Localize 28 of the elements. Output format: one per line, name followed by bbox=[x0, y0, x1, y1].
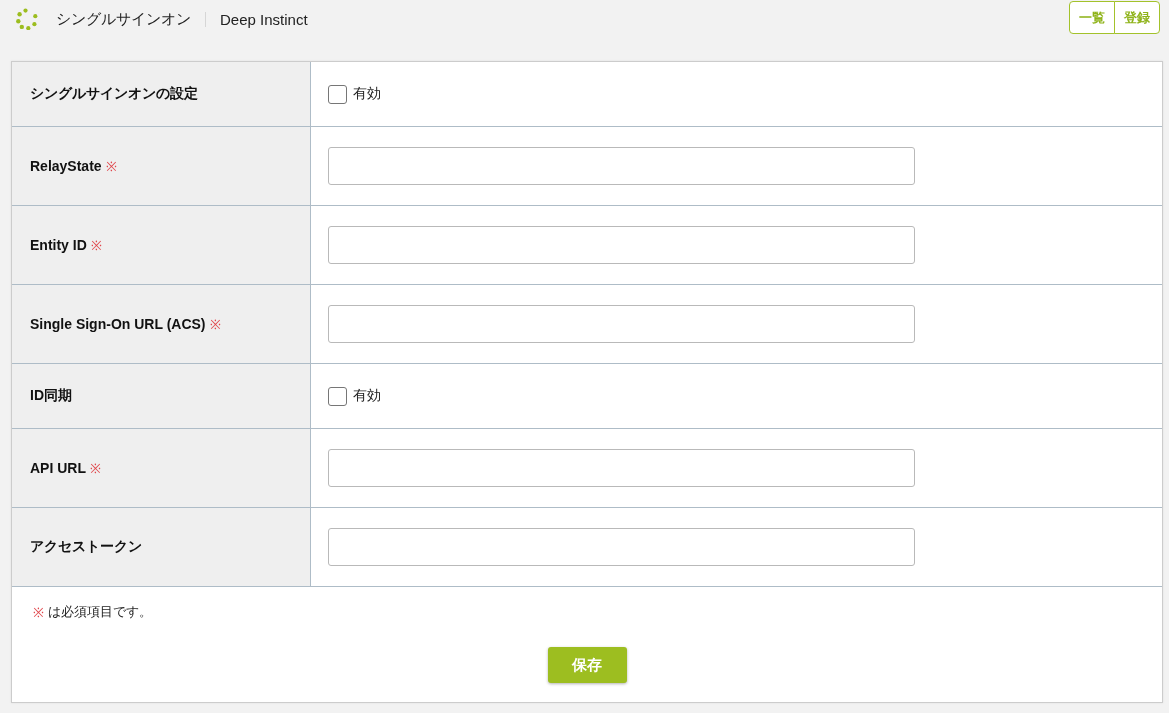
field-label: Entity ID bbox=[30, 237, 87, 253]
field-label: アクセストークン bbox=[30, 538, 142, 556]
required-mark: ※ bbox=[33, 604, 44, 621]
text-field[interactable] bbox=[328, 226, 915, 264]
required-note: は必須項目です。 bbox=[48, 603, 152, 621]
save-button[interactable]: 保存 bbox=[547, 647, 627, 683]
field-label: ID同期 bbox=[30, 387, 72, 405]
checkbox-label[interactable]: 有効 bbox=[353, 387, 381, 405]
text-field[interactable] bbox=[328, 528, 915, 566]
checkbox[interactable] bbox=[328, 84, 347, 104]
field-label: Single Sign-On URL (ACS) bbox=[30, 316, 206, 332]
required-mark: ※ bbox=[105, 158, 117, 175]
checkbox[interactable] bbox=[328, 386, 347, 406]
text-field[interactable] bbox=[328, 449, 915, 487]
product-name: Deep Instinct bbox=[220, 10, 308, 28]
text-field[interactable] bbox=[328, 147, 915, 185]
text-field[interactable] bbox=[328, 305, 915, 343]
required-mark: ※ bbox=[209, 316, 221, 333]
required-mark: ※ bbox=[90, 237, 102, 254]
header-button[interactable]: 登録 bbox=[1114, 1, 1160, 34]
header-button[interactable]: 一覧 bbox=[1069, 1, 1115, 34]
dotted-ring-logo-icon bbox=[16, 8, 38, 30]
field-label: シングルサインオンの設定 bbox=[30, 85, 198, 103]
field-label: API URL bbox=[30, 460, 86, 476]
required-mark: ※ bbox=[90, 460, 101, 477]
page-title: シングルサインオン bbox=[56, 9, 191, 29]
field-label: RelayState bbox=[30, 158, 102, 174]
checkbox-label[interactable]: 有効 bbox=[353, 85, 381, 103]
